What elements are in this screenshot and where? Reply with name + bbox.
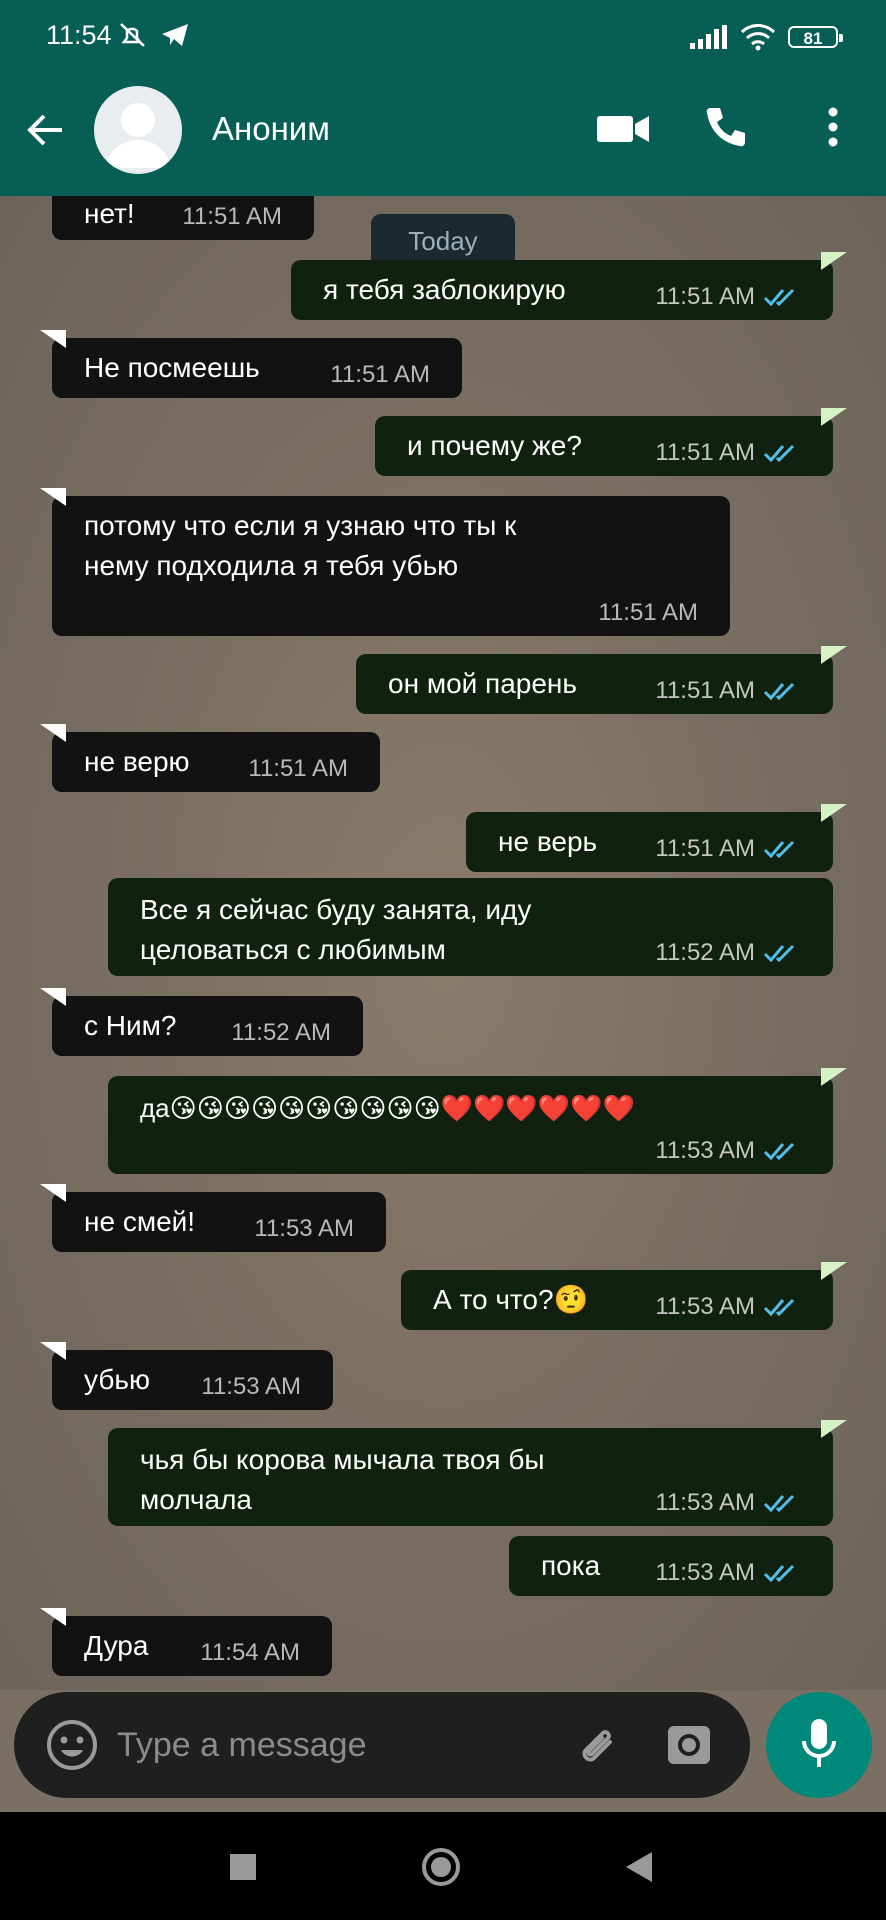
read-checks-icon [763, 944, 795, 963]
message-text: он мой парень [388, 668, 577, 699]
status-bar: 11:54 81 [0, 0, 886, 62]
message-time: 11:51 AM [655, 676, 801, 706]
phone-icon[interactable] [703, 104, 749, 150]
message-out[interactable]: не верь 11:51 AM [466, 804, 847, 872]
message-time: 11:51 AM [655, 438, 801, 468]
message-text: убью [84, 1364, 150, 1395]
read-checks-icon [763, 1298, 795, 1317]
message-out[interactable]: Все я сейчас буду занята, иду целоваться… [108, 878, 833, 976]
message-text: Все я сейчас буду занята, иду целоваться… [140, 894, 532, 965]
message-text: не верь [498, 826, 598, 857]
signal-icon [690, 25, 727, 49]
message-in[interactable]: с Ним? 11:52 AM [40, 988, 363, 1056]
message-out[interactable]: да😘😘😘😘😘😘😘😘😘😘❤️❤️❤️❤️❤️❤️ 11:53 AM [108, 1068, 847, 1174]
message-time: 11:51 AM [182, 203, 282, 230]
read-checks-icon [763, 682, 795, 701]
back-button[interactable] [626, 1852, 652, 1882]
read-checks-icon [763, 840, 795, 859]
wifi-icon [740, 24, 776, 51]
message-time: 11:54 AM [200, 1639, 300, 1666]
message-out[interactable]: чья бы корова мычала твоя бы молчала 11:… [108, 1420, 847, 1526]
read-checks-icon [763, 444, 795, 463]
attach-icon[interactable] [572, 1720, 624, 1772]
message-in[interactable]: Дура 11:54 AM [40, 1608, 332, 1676]
emoji-icon[interactable] [46, 1719, 98, 1771]
avatar[interactable] [94, 86, 182, 174]
message-time: 11:51 AM [248, 755, 348, 782]
message-time: 11:52 AM [231, 1019, 331, 1046]
message-time: 11:51 AM [330, 361, 430, 388]
message-text: Не посмеешь [84, 352, 260, 383]
message-time: 11:53 AM [655, 1488, 801, 1518]
message-time: 11:53 AM [201, 1373, 301, 1400]
message-time: 11:52 AM [655, 938, 801, 968]
message-text: и почему же? [407, 430, 582, 461]
mic-button[interactable] [766, 1692, 872, 1798]
message-text: не верю [84, 746, 190, 777]
message-out[interactable]: и почему же? 11:51 AM [375, 408, 847, 476]
back-arrow-icon[interactable] [22, 106, 70, 154]
message-text: не смей! [84, 1206, 196, 1237]
read-checks-icon [763, 1494, 795, 1513]
message-out[interactable]: А то что?🤨 11:53 AM [401, 1262, 847, 1330]
message-out[interactable]: я тебя заблокирую 11:51 AM [291, 252, 847, 320]
message-in[interactable]: нет! 11:51 AM [52, 196, 314, 240]
message-in[interactable]: потому что если я узнаю что ты к нему по… [40, 488, 730, 636]
chat-area[interactable]: нет! 11:51 AM Today я тебя заблокирую 11… [0, 196, 886, 1690]
status-time: 11:54 [46, 20, 112, 50]
message-input[interactable]: Type a message [117, 1726, 366, 1765]
home-button[interactable] [422, 1848, 460, 1886]
message-time: 11:53 AM [655, 1136, 801, 1166]
contact-name[interactable]: Аноним [212, 110, 330, 148]
mute-and-telegram-icons [120, 23, 188, 47]
message-text: нет! [84, 198, 135, 229]
avatar-icon [106, 103, 170, 168]
message-in[interactable]: Не посмеешь 11:51 AM [40, 330, 462, 398]
message-out[interactable]: пока 11:53 AM [509, 1536, 833, 1596]
message-in[interactable]: не смей! 11:53 AM [40, 1184, 386, 1252]
message-text: я тебя заблокирую [323, 274, 566, 305]
chat-header: Аноним [0, 62, 886, 196]
more-vert-icon[interactable] [820, 102, 846, 152]
message-text: да😘😘😘😘😘😘😘😘😘😘❤️❤️❤️❤️❤️❤️ [140, 1093, 635, 1123]
message-time: 11:53 AM [655, 1558, 801, 1588]
message-text: пока [541, 1550, 601, 1581]
message-time: 11:51 AM [655, 834, 801, 864]
message-text: чья бы корова мычала твоя бы молчала [140, 1444, 545, 1515]
camera-icon[interactable] [666, 1722, 712, 1768]
video-call-icon[interactable] [595, 108, 651, 148]
status-right: 81 [688, 22, 843, 52]
mic-icon [802, 1719, 836, 1767]
message-time: 11:53 AM [655, 1292, 801, 1322]
message-time: 11:53 AM [254, 1215, 354, 1242]
message-time: 11:51 AM [598, 599, 698, 626]
system-nav-bar [0, 1812, 886, 1920]
message-time: 11:51 AM [655, 282, 801, 312]
battery-icon: 81 [788, 26, 843, 48]
message-text: Дура [84, 1630, 149, 1661]
message-text: А то что?🤨 [433, 1284, 589, 1315]
read-checks-icon [763, 1564, 795, 1583]
message-text: потому что если я узнаю что ты к нему по… [84, 510, 517, 581]
message-in[interactable]: не верю 11:51 AM [40, 724, 380, 792]
message-text: с Ним? [84, 1010, 177, 1041]
message-in[interactable]: убью 11:53 AM [40, 1342, 333, 1410]
message-composer[interactable]: Type a message [14, 1692, 750, 1798]
recents-button[interactable] [230, 1854, 256, 1880]
read-checks-icon [763, 1142, 795, 1161]
read-checks-icon [763, 288, 795, 307]
message-out[interactable]: он мой парень 11:51 AM [356, 646, 847, 714]
